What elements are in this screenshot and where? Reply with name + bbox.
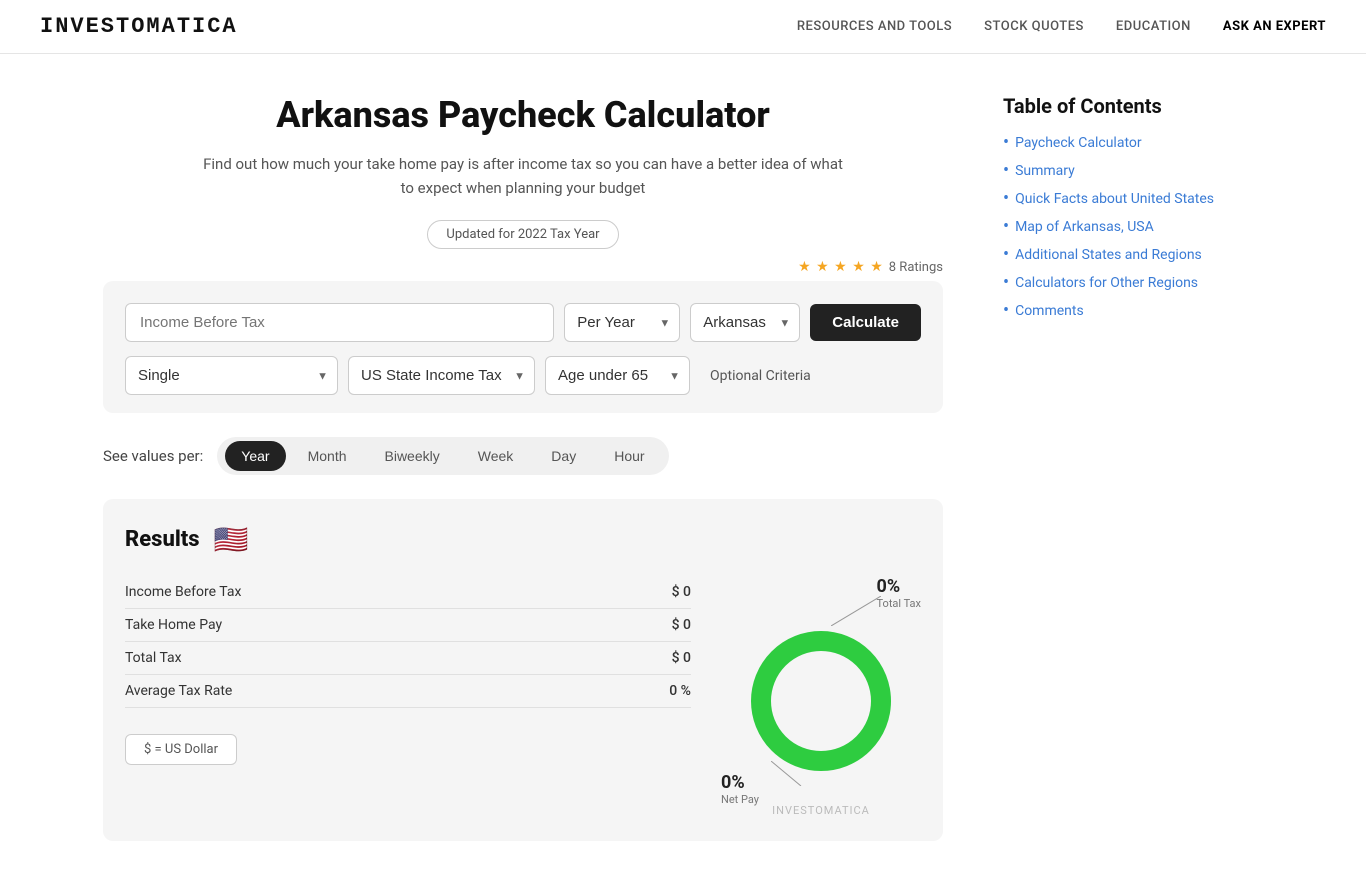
main-content: Arkansas Paycheck Calculator Find out ho… bbox=[103, 94, 943, 841]
period-select[interactable]: Per Year Per Month Per Week Per Day Per … bbox=[564, 303, 680, 342]
calc-row-optional: Single Married Filing Jointly Married Fi… bbox=[125, 356, 921, 395]
state-select[interactable]: Arkansas Alabama Alaska Arizona Californ… bbox=[690, 303, 800, 342]
us-flag-icon: 🇺🇸 bbox=[214, 523, 249, 556]
total-tax-label: Total Tax bbox=[125, 650, 182, 666]
average-tax-rate-label: Average Tax Rate bbox=[125, 683, 232, 699]
see-values-row: See values per: Year Month Biweekly Week… bbox=[103, 437, 943, 475]
toc-bullet-1: • bbox=[1003, 134, 1009, 152]
currency-badge: $ = US Dollar bbox=[125, 734, 237, 765]
period-buttons: Year Month Biweekly Week Day Hour bbox=[217, 437, 668, 475]
period-biweekly-btn[interactable]: Biweekly bbox=[369, 441, 456, 471]
result-income-row: Income Before Tax $ 0 bbox=[125, 576, 691, 609]
toc-link-calculators[interactable]: Calculators for Other Regions bbox=[1015, 275, 1198, 291]
toc-item-quickfacts: • Quick Facts about United States bbox=[1003, 190, 1263, 208]
toc-item-calculators: • Calculators for Other Regions bbox=[1003, 274, 1263, 292]
take-home-pay-label: Take Home Pay bbox=[125, 617, 222, 633]
results-header: Results 🇺🇸 bbox=[125, 523, 921, 556]
star-icons: ★ ★ ★ ★ ★ bbox=[798, 259, 884, 275]
sidebar: Table of Contents • Paycheck Calculator … bbox=[1003, 94, 1263, 841]
results-title: Results bbox=[125, 527, 200, 552]
net-pay-chart-label: 0% Net Pay bbox=[721, 772, 759, 806]
toc-bullet-4: • bbox=[1003, 218, 1009, 236]
income-before-tax-value: $ 0 bbox=[672, 584, 691, 600]
filing-select-wrap: Single Married Filing Jointly Married Fi… bbox=[125, 356, 338, 395]
nav-stock[interactable]: STOCK QUOTES bbox=[984, 19, 1084, 34]
leader-line-bottom bbox=[771, 761, 811, 786]
toc-item-summary: • Summary bbox=[1003, 162, 1263, 180]
average-tax-rate-value: 0 % bbox=[669, 683, 691, 699]
toc-link-paycheck[interactable]: Paycheck Calculator bbox=[1015, 135, 1142, 151]
total-tax-value: $ 0 bbox=[672, 650, 691, 666]
page-title: Arkansas Paycheck Calculator bbox=[103, 94, 943, 136]
donut-chart-area: 0% Total Tax bbox=[721, 576, 921, 817]
toc-link-summary[interactable]: Summary bbox=[1015, 163, 1075, 179]
calc-row-main: Per Year Per Month Per Week Per Day Per … bbox=[125, 303, 921, 342]
toc-item-additional: • Additional States and Regions bbox=[1003, 246, 1263, 264]
toc-bullet-5: • bbox=[1003, 246, 1009, 264]
nav-ask-expert[interactable]: ASK AN EXPERT bbox=[1223, 19, 1326, 34]
result-takehome-row: Take Home Pay $ 0 bbox=[125, 609, 691, 642]
period-day-btn[interactable]: Day bbox=[535, 441, 592, 471]
toc-list: • Paycheck Calculator • Summary • Quick … bbox=[1003, 134, 1263, 320]
nav-resources[interactable]: RESOURCES AND TOOLS bbox=[797, 19, 952, 34]
toc-link-quickfacts[interactable]: Quick Facts about United States bbox=[1015, 191, 1214, 207]
watermark: INVESTOMATICA bbox=[772, 804, 870, 817]
results-table: Income Before Tax $ 0 Take Home Pay $ 0 … bbox=[125, 576, 691, 817]
toc-link-map[interactable]: Map of Arkansas, USA bbox=[1015, 219, 1154, 235]
income-input[interactable] bbox=[125, 303, 554, 342]
result-avgrate-row: Average Tax Rate 0 % bbox=[125, 675, 691, 708]
calculator-box: Per Year Per Month Per Week Per Day Per … bbox=[103, 281, 943, 413]
income-before-tax-label: Income Before Tax bbox=[125, 584, 241, 600]
toc-bullet-6: • bbox=[1003, 274, 1009, 292]
state-tax-select-wrap: US State Income Tax No State Tax ▼ bbox=[348, 356, 535, 395]
donut-svg bbox=[741, 621, 901, 781]
age-select[interactable]: Age under 65 Age 65 or over bbox=[545, 356, 690, 395]
page-description: Find out how much your take home pay is … bbox=[203, 152, 843, 200]
period-year-btn[interactable]: Year bbox=[225, 441, 285, 471]
logo[interactable]: INVESTOMATICA bbox=[40, 14, 238, 39]
toc-link-comments[interactable]: Comments bbox=[1015, 303, 1084, 319]
calculate-button[interactable]: Calculate bbox=[810, 304, 921, 341]
period-week-btn[interactable]: Week bbox=[462, 441, 530, 471]
optional-criteria-label: Optional Criteria bbox=[710, 368, 811, 384]
tax-year-badge: Updated for 2022 Tax Year bbox=[427, 220, 618, 249]
toc-item-paycheck: • Paycheck Calculator bbox=[1003, 134, 1263, 152]
toc-bullet-3: • bbox=[1003, 190, 1009, 208]
nav: RESOURCES AND TOOLS STOCK QUOTES EDUCATI… bbox=[797, 19, 1326, 34]
results-box: Results 🇺🇸 Income Before Tax $ 0 Take Ho… bbox=[103, 499, 943, 841]
filing-status-select[interactable]: Single Married Filing Jointly Married Fi… bbox=[125, 356, 338, 395]
badge-row: Updated for 2022 Tax Year bbox=[103, 220, 943, 249]
toc-item-map: • Map of Arkansas, USA bbox=[1003, 218, 1263, 236]
results-grid: Income Before Tax $ 0 Take Home Pay $ 0 … bbox=[125, 576, 921, 817]
toc-bullet-2: • bbox=[1003, 162, 1009, 180]
result-totaltax-row: Total Tax $ 0 bbox=[125, 642, 691, 675]
main-layout: Arkansas Paycheck Calculator Find out ho… bbox=[83, 54, 1283, 881]
toc-title: Table of Contents bbox=[1003, 94, 1263, 118]
period-month-btn[interactable]: Month bbox=[292, 441, 363, 471]
see-values-label: See values per: bbox=[103, 447, 203, 465]
nav-education[interactable]: EDUCATION bbox=[1116, 19, 1191, 34]
leader-line-top bbox=[831, 596, 881, 626]
period-hour-btn[interactable]: Hour bbox=[598, 441, 660, 471]
ratings-row: ★ ★ ★ ★ ★ 8 Ratings bbox=[103, 259, 943, 275]
toc-bullet-7: • bbox=[1003, 302, 1009, 320]
toc-link-additional[interactable]: Additional States and Regions bbox=[1015, 247, 1202, 263]
take-home-pay-value: $ 0 bbox=[672, 617, 691, 633]
header: INVESTOMATICA RESOURCES AND TOOLS STOCK … bbox=[0, 0, 1366, 54]
period-select-wrap: Per Year Per Month Per Week Per Day Per … bbox=[564, 303, 680, 342]
state-select-wrap: Arkansas Alabama Alaska Arizona Californ… bbox=[690, 303, 800, 342]
toc-item-comments: • Comments bbox=[1003, 302, 1263, 320]
ratings-text: 8 Ratings bbox=[889, 260, 943, 275]
total-tax-chart-label: 0% Total Tax bbox=[877, 576, 921, 610]
age-select-wrap: Age under 65 Age 65 or over ▼ bbox=[545, 356, 690, 395]
state-tax-select[interactable]: US State Income Tax No State Tax bbox=[348, 356, 535, 395]
